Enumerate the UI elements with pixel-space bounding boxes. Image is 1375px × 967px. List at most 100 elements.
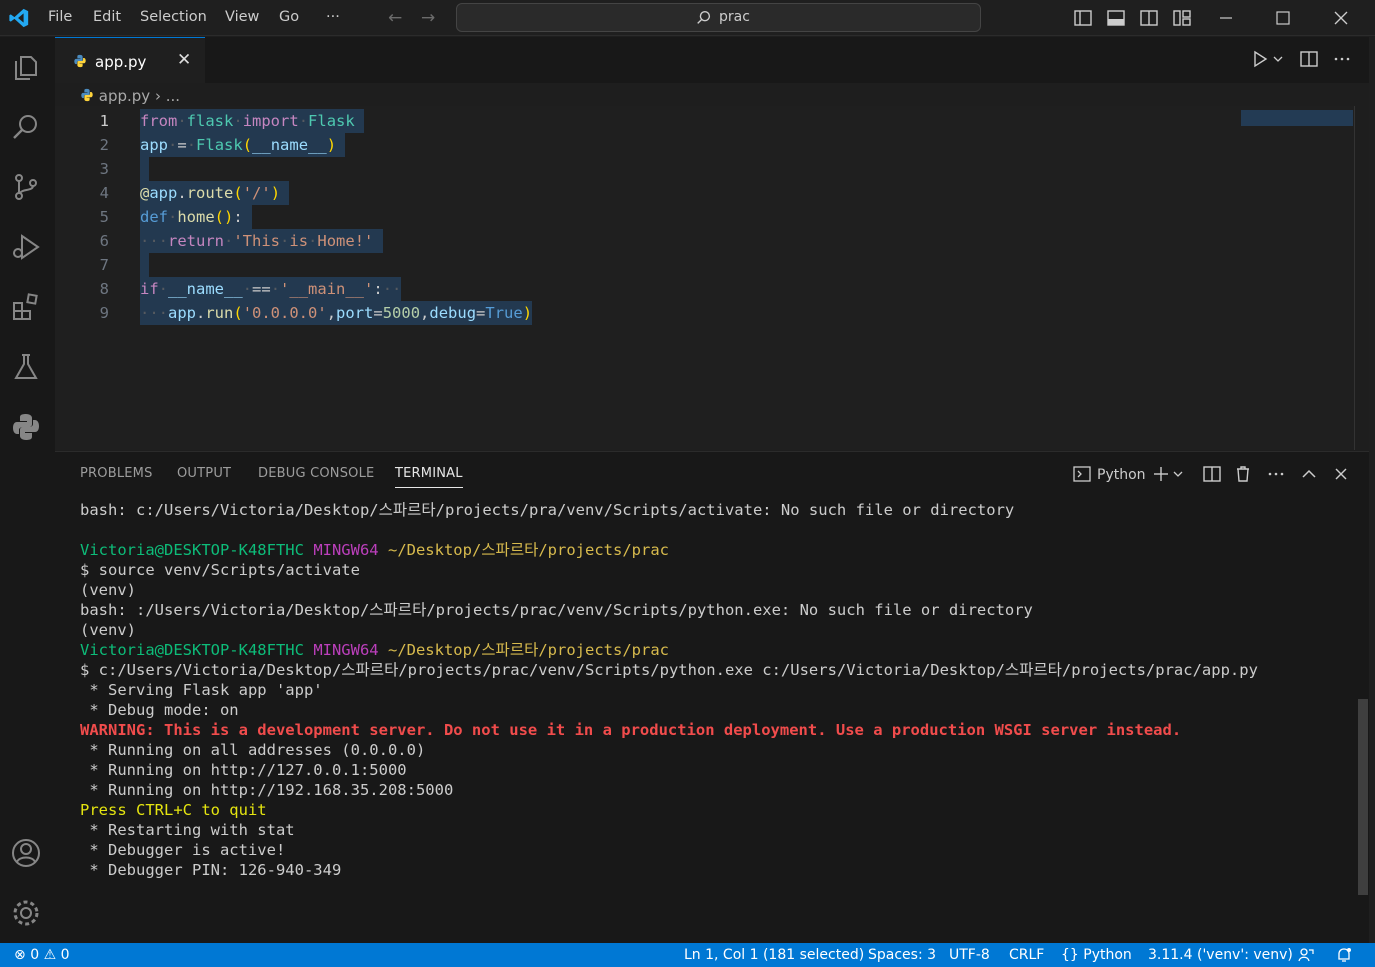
breadcrumb[interactable]: app.py › ... — [80, 87, 180, 105]
breadcrumb-file[interactable]: app.py — [99, 87, 150, 105]
line-number: 2 — [99, 136, 109, 154]
notifications-bell-icon[interactable] — [1335, 946, 1353, 964]
code-line: 6 ···return·'This·is·Home!' — [55, 229, 1355, 253]
forward-arrow-icon[interactable]: → — [421, 8, 435, 28]
command-center-search[interactable]: prac — [456, 3, 981, 32]
code-line: 4 @app.route('/') — [55, 181, 1355, 205]
python-interpreter[interactable]: 3.11.4 ('venv': venv) — [1148, 947, 1293, 963]
prompt-user: Victoria@DESKTOP-K48FTHC — [80, 641, 304, 659]
settings-gear-icon[interactable] — [10, 897, 42, 929]
vscode-logo-icon — [9, 8, 29, 28]
toggle-primary-sidebar-icon[interactable] — [1073, 8, 1093, 28]
tab-output[interactable]: OUTPUT — [177, 466, 231, 481]
panel-more-actions-icon[interactable] — [1266, 464, 1286, 484]
terminal-output[interactable]: bash: c:/Users/Victoria/Desktop/스파르타/pro… — [80, 500, 1360, 880]
terminal-line: * Running on all addresses (0.0.0.0) — [80, 741, 426, 759]
menu-go[interactable]: Go — [273, 0, 305, 36]
line-number: 4 — [99, 184, 109, 202]
close-window-icon[interactable] — [1331, 8, 1351, 28]
more-actions-icon[interactable] — [1332, 49, 1352, 69]
code-editor[interactable]: 1 from·flask·import·Flask 2 app·=·Flask(… — [55, 106, 1355, 450]
breadcrumb-separator: › — [154, 87, 161, 105]
warning-count: 0 — [60, 947, 70, 963]
tab-app-py[interactable]: app.py ✕ — [55, 37, 205, 83]
line-number: 9 — [99, 304, 109, 322]
warning-icon: ⚠ — [43, 947, 57, 963]
tab-label: app.py — [95, 53, 147, 71]
language-mode[interactable]: {} Python — [1061, 947, 1132, 963]
minimize-icon[interactable] — [1216, 8, 1236, 28]
close-tab-icon[interactable]: ✕ — [177, 50, 191, 70]
editor-tab-bar: app.py ✕ — [55, 37, 1375, 83]
terminal-line: * Debugger PIN: 126-940-349 — [80, 861, 342, 879]
menu-file[interactable]: File — [42, 0, 78, 36]
split-terminal-icon[interactable] — [1202, 464, 1222, 484]
window-right-edge — [1369, 37, 1375, 943]
line-number: 6 — [99, 232, 109, 250]
prompt-env: MINGW64 — [313, 641, 379, 659]
tab-problems[interactable]: PROBLEMS — [80, 466, 153, 481]
kill-terminal-trash-icon[interactable] — [1233, 464, 1253, 484]
toggle-panel-icon[interactable] — [1106, 8, 1126, 28]
prompt-env: MINGW64 — [313, 541, 379, 559]
minimap[interactable] — [1241, 110, 1353, 126]
toggle-secondary-sidebar-icon[interactable] — [1139, 8, 1159, 28]
search-icon[interactable] — [10, 111, 42, 143]
new-terminal-plus-icon[interactable] — [1151, 464, 1171, 484]
accounts-icon[interactable] — [10, 837, 42, 869]
terminal-dropdown-chevron-icon[interactable] — [1171, 464, 1185, 484]
testing-icon[interactable] — [10, 351, 42, 383]
problems-status[interactable]: ⊗ 0 ⚠ 0 — [14, 947, 70, 963]
run-and-debug-icon[interactable] — [10, 231, 42, 263]
extensions-icon[interactable] — [10, 291, 42, 323]
terminal-line: $ c:/Users/Victoria/Desktop/스파르타/project… — [80, 661, 1258, 679]
title-bar: File Edit Selection View Go ··· ← → prac — [0, 0, 1375, 36]
code-text: @app.route('/') — [140, 181, 290, 205]
terminal-line: * Running on http://127.0.0.1:5000 — [80, 761, 407, 779]
menu-edit[interactable]: Edit — [87, 0, 127, 36]
code-line: 8 if·__name__·==·'__main__':·· — [55, 277, 1355, 301]
python-file-icon — [74, 54, 86, 68]
line-number: 7 — [99, 256, 109, 274]
terminal-quit-hint: Press CTRL+C to quit — [80, 801, 267, 819]
maximize-icon[interactable] — [1273, 8, 1293, 28]
run-python-file-icon[interactable] — [1250, 49, 1270, 69]
line-number: 3 — [99, 160, 109, 178]
code-line: 2 app·=·Flask(__name__) — [55, 133, 1355, 157]
customize-layout-icon[interactable] — [1172, 8, 1192, 28]
python-icon[interactable] — [10, 411, 42, 443]
menu-selection[interactable]: Selection — [134, 0, 213, 36]
prompt-user: Victoria@DESKTOP-K48FTHC — [80, 541, 304, 559]
menu-more[interactable]: ··· — [320, 0, 346, 36]
feedback-person-icon[interactable] — [1297, 946, 1315, 964]
line-number: 8 — [99, 280, 109, 298]
code-line: 5 def·home(): — [55, 205, 1355, 229]
code-line: 7 — [55, 253, 1355, 277]
code-text: app·=·Flask(__name__) — [140, 133, 346, 157]
tab-debug-console[interactable]: DEBUG CONSOLE — [258, 466, 374, 481]
explorer-icon[interactable] — [10, 51, 42, 83]
encoding[interactable]: UTF-8 — [949, 947, 990, 963]
terminal-prompt: Victoria@DESKTOP-K48FTHC MINGW64 ~/Deskt… — [80, 640, 1360, 660]
status-bar: ⊗ 0 ⚠ 0 Ln 1, Col 1 (181 selected) Space… — [0, 943, 1375, 967]
terminal-prompt: Victoria@DESKTOP-K48FTHC MINGW64 ~/Deskt… — [80, 540, 1360, 560]
breadcrumb-symbol[interactable]: ... — [166, 87, 180, 105]
run-dropdown-chevron-icon[interactable] — [1271, 49, 1285, 69]
split-editor-icon[interactable] — [1299, 49, 1319, 69]
cursor-position[interactable]: Ln 1, Col 1 (181 selected) — [684, 947, 864, 963]
tab-terminal[interactable]: TERMINAL — [395, 466, 463, 488]
indentation[interactable]: Spaces: 3 — [868, 947, 936, 963]
search-text: prac — [719, 9, 750, 25]
menu-view[interactable]: View — [219, 0, 265, 36]
editor-scrollbar[interactable] — [1354, 106, 1355, 450]
source-control-icon[interactable] — [10, 171, 42, 203]
terminal-line: $ source venv/Scripts/activate — [80, 561, 360, 579]
terminal-name[interactable]: Python — [1097, 467, 1146, 483]
back-arrow-icon[interactable]: ← — [388, 8, 402, 28]
maximize-panel-chevron-up-icon[interactable] — [1299, 464, 1319, 484]
search-icon — [697, 11, 711, 24]
close-panel-icon[interactable] — [1331, 464, 1351, 484]
error-icon: ⊗ — [14, 947, 26, 963]
end-of-line[interactable]: CRLF — [1009, 947, 1044, 963]
terminal-scrollbar[interactable] — [1358, 699, 1368, 895]
